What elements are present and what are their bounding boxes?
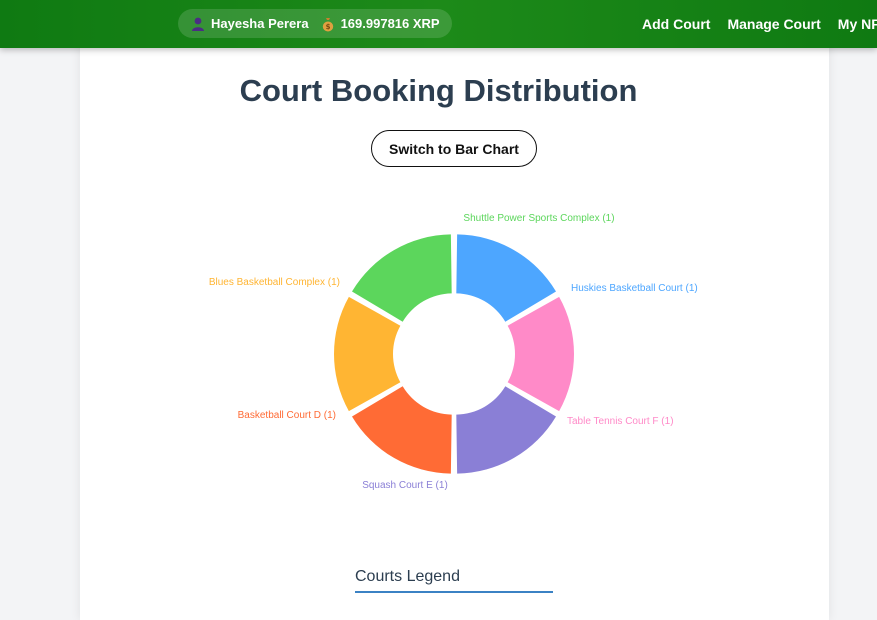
- slice-label: Huskies Basketball Court (1): [571, 283, 698, 294]
- doughnut-chart: Shuttle Power Sports Complex (1) Huskies …: [209, 213, 698, 491]
- slice-label: Squash Court E (1): [362, 480, 448, 491]
- legend-title: Courts Legend: [355, 568, 553, 593]
- slice-label: Shuttle Power Sports Complex (1): [463, 213, 614, 224]
- slice-label: Basketball Court D (1): [238, 410, 336, 421]
- slice-label: Blues Basketball Complex (1): [209, 277, 340, 288]
- slice-label: Table Tennis Court F (1): [567, 416, 674, 427]
